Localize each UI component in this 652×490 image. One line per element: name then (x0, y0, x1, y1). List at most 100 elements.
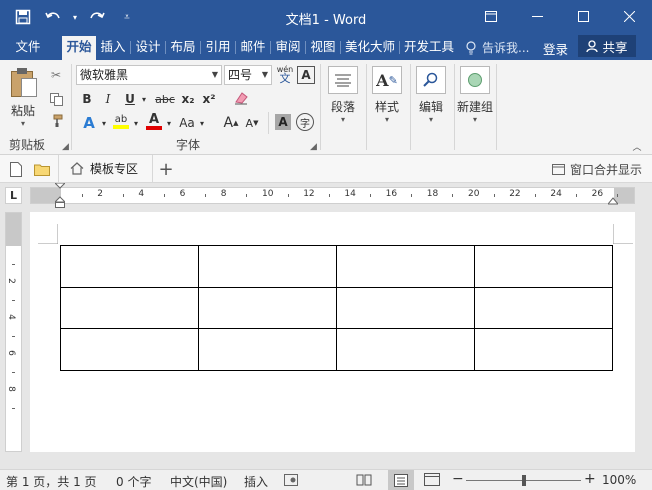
superscript-button[interactable]: x² (200, 90, 218, 108)
zoom-slider-thumb[interactable] (521, 475, 526, 486)
strikethrough-button[interactable]: abc (154, 90, 176, 108)
underline-button[interactable]: U (122, 90, 138, 108)
table-cell[interactable] (474, 328, 613, 371)
customize-icon[interactable]: ⩡ (114, 5, 140, 29)
tab-file[interactable]: 文件 (8, 36, 48, 60)
tab-insert[interactable]: 插入 (97, 36, 129, 60)
font-launcher-icon[interactable]: ◢ (310, 142, 317, 152)
zoom-out-icon[interactable]: − (452, 471, 464, 487)
read-mode-icon[interactable] (356, 473, 372, 489)
close-icon[interactable] (606, 0, 652, 33)
table-cell[interactable] (336, 328, 475, 371)
add-tab-icon[interactable]: + (156, 159, 176, 180)
italic-button[interactable]: I (100, 90, 116, 108)
tab-design[interactable]: 设计 (132, 36, 164, 60)
new-group-button[interactable]: 新建组 ▾ (455, 64, 495, 132)
table-cell[interactable] (60, 286, 199, 330)
table-cell[interactable] (60, 245, 199, 288)
zoom-in-icon[interactable]: + (584, 471, 596, 487)
tab-layout[interactable]: 布局 (167, 36, 199, 60)
login-link[interactable]: 登录 (543, 39, 568, 58)
insert-mode[interactable]: 插入 (244, 473, 268, 490)
word-count[interactable]: 0 个字 (116, 473, 151, 490)
table-cell[interactable] (474, 286, 613, 330)
clear-format-icon[interactable] (232, 88, 250, 108)
zoom-level[interactable]: 100% (602, 473, 636, 487)
phonetic-guide-icon[interactable]: wén 文 (275, 63, 295, 85)
ribbon-display-icon[interactable] (468, 0, 514, 33)
tab-references[interactable]: 引用 (202, 36, 234, 60)
print-layout-icon[interactable] (388, 470, 414, 490)
text-effects-dropdown-icon[interactable]: ▾ (99, 113, 109, 133)
change-case-button[interactable]: Aa (177, 113, 197, 133)
page-count[interactable]: 第 1 页，共 1 页 (6, 473, 97, 490)
tab-beautify[interactable]: 美化大师 (342, 36, 398, 60)
paste-dropdown-icon[interactable]: ▾ (5, 119, 41, 128)
undo-dropdown-icon[interactable]: ▾ (70, 5, 80, 29)
paragraph-button[interactable]: 段落 ▾ (323, 64, 363, 132)
redo-icon[interactable] (84, 5, 110, 29)
tab-developer[interactable]: 开发工具 (401, 36, 457, 60)
tell-me-search[interactable]: 告诉我... (465, 39, 529, 56)
collapse-ribbon-icon[interactable]: ︿ (630, 140, 644, 153)
underline-dropdown-icon[interactable]: ▾ (139, 90, 149, 108)
paste-button[interactable]: 粘贴 ▾ (5, 64, 41, 132)
horizontal-ruler[interactable]: 2 4 6 8 10 12 14 16 18 20 22 24 26 (30, 187, 635, 204)
language[interactable]: 中文(中国) (170, 473, 227, 490)
styles-button[interactable]: A ✎ 样式 ▾ (367, 64, 407, 132)
template-tab[interactable]: 模板专区 (64, 155, 152, 182)
tab-view[interactable]: 视图 (307, 36, 339, 60)
new-doc-icon[interactable] (8, 160, 24, 178)
font-color-icon[interactable]: A (145, 112, 163, 132)
ruler-tick-mark (493, 194, 495, 197)
table-cell[interactable] (336, 245, 475, 288)
table-cell[interactable] (474, 245, 613, 288)
open-folder-icon[interactable] (33, 160, 51, 178)
tab-mailings[interactable]: 邮件 (237, 36, 269, 60)
font-size-combo[interactable]: 四号 ▼ (224, 65, 272, 85)
vertical-ruler[interactable]: 2 4 6 8 (5, 212, 22, 452)
font-name-combo[interactable]: 微软雅黑 ▼ (76, 65, 222, 85)
document-table[interactable] (60, 245, 613, 371)
undo-icon[interactable] (40, 5, 66, 29)
grow-font-button[interactable]: A ▲ (222, 113, 240, 133)
tab-review[interactable]: 审阅 (272, 36, 304, 60)
group-separator (496, 64, 497, 150)
font-color-dropdown-icon[interactable]: ▾ (164, 113, 174, 133)
table-cell[interactable] (198, 286, 337, 330)
lightbulb-icon (466, 40, 476, 54)
bold-button[interactable]: B (79, 90, 95, 108)
macro-record-icon[interactable] (284, 474, 298, 489)
table-cell[interactable] (60, 328, 199, 371)
share-button[interactable]: 共享 (578, 35, 636, 57)
char-shading-button[interactable]: A (275, 114, 291, 130)
save-icon[interactable] (10, 5, 36, 29)
right-indent-marker-icon[interactable] (606, 195, 620, 205)
shrink-font-button[interactable]: A ▼ (243, 113, 261, 133)
minimize-icon[interactable] (514, 0, 560, 33)
char-border-icon[interactable]: A (297, 66, 315, 84)
text-effects-icon[interactable]: A (80, 113, 98, 133)
document-page[interactable] (30, 212, 635, 452)
tab-home[interactable]: 开始 (62, 36, 96, 60)
table-cell[interactable] (198, 328, 337, 371)
table-cell[interactable] (198, 245, 337, 288)
cut-icon[interactable]: ✂ (46, 66, 66, 84)
format-painter-icon[interactable] (46, 112, 66, 130)
merge-windows-button[interactable]: 窗口合并显示 (551, 161, 642, 178)
clipboard-launcher-icon[interactable]: ◢ (62, 142, 69, 152)
table-cell[interactable] (336, 286, 475, 330)
indent-marker-icon[interactable] (53, 182, 67, 208)
web-layout-icon[interactable] (424, 473, 440, 489)
ruler-tick-label: 26 (591, 189, 604, 199)
chevron-down-icon: ▾ (340, 115, 345, 124)
highlight-dropdown-icon[interactable]: ▾ (131, 113, 141, 133)
change-case-dropdown-icon[interactable]: ▾ (197, 113, 207, 133)
maximize-icon[interactable] (560, 0, 606, 33)
editing-button[interactable]: 编辑 ▾ (411, 64, 451, 132)
tab-selector-icon[interactable]: L (5, 187, 22, 204)
copy-icon[interactable] (46, 90, 66, 108)
subscript-button[interactable]: x₂ (179, 90, 197, 108)
enclose-char-button[interactable]: 字 (296, 113, 314, 131)
highlight-icon[interactable]: ab (112, 112, 130, 132)
